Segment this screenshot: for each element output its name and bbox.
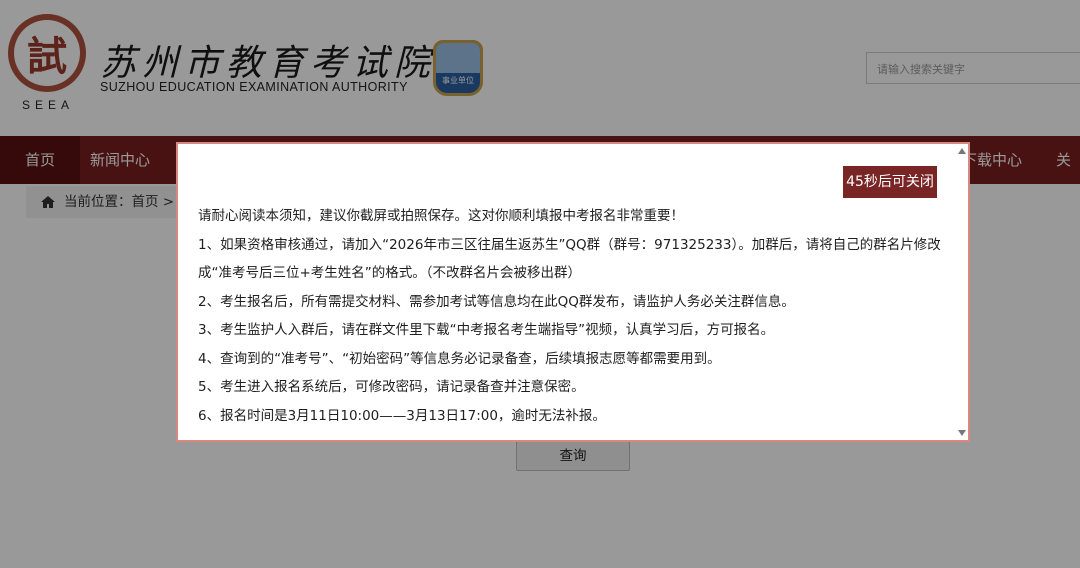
notice-line: 5、考生进入报名系统后，可修改密码，请记录备查并注意保密。 (198, 379, 585, 395)
notice-line: 4、查询到的“准考号”、“初始密码”等信息务必记录备查，后续填报志愿等都需要用到… (198, 350, 721, 367)
scroll-down-icon[interactable] (958, 430, 966, 436)
notice-modal: 45秒后可关闭 请耐心阅读本须知，建议你截屏或拍照保存。这对你顺利填报中考报名非… (176, 142, 970, 442)
scroll-up-icon[interactable] (958, 148, 966, 154)
modal-scrollbar[interactable] (954, 144, 968, 440)
notice-line: 请耐心阅读本须知，建议你截屏或拍照保存。这对你顺利填报中考报名非常重要！ (198, 208, 684, 224)
notice-line: 6、报名时间是3月11日10:00——3月13日17:00，逾时无法补报。 (198, 407, 606, 424)
notice-line: 2、考生报名后，所有需提交材料、需参加考试等信息均在此QQ群发布，请监护人务必关… (198, 293, 795, 310)
notice-line: 成“准考号后三位+考生姓名”的格式。（不改群名片会被移出群） (198, 265, 582, 281)
notice-text: 请耐心阅读本须知，建议你截屏或拍照保存。这对你顺利填报中考报名非常重要！ 1、如… (198, 202, 941, 430)
notice-line: 1、如果资格审核通过，请加入“2026年市三区往届生返苏生”QQ群（群号：971… (198, 236, 941, 253)
close-countdown-button[interactable]: 45秒后可关闭 (843, 166, 937, 198)
notice-line: 3、考生监护人入群后，请在群文件里下载“中考报名考生端指导”视频，认真学习后，方… (198, 322, 775, 338)
